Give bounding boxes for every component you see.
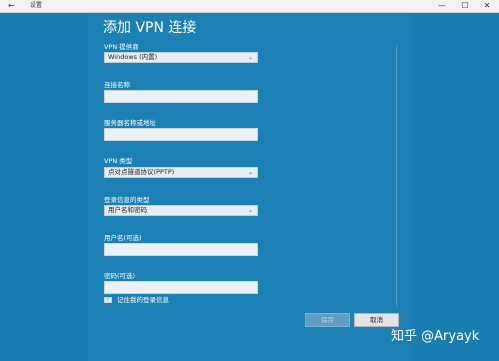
connection-name-input[interactable] — [104, 90, 258, 103]
chevron-down-icon: ⌄ — [247, 54, 253, 61]
minimize-icon[interactable]: — — [432, 0, 452, 12]
signin-type-label: 登录信息的类型 — [104, 196, 150, 204]
vpn-type-select-value: 点对点隧道协议(PPTP) — [108, 168, 175, 176]
signin-type-select-value: 用户名和密码 — [108, 206, 147, 214]
connection-name-label: 连接名称 — [104, 81, 130, 89]
remember-checkbox[interactable]: ✓ — [104, 297, 112, 303]
chevron-down-icon: ⌄ — [247, 207, 253, 214]
server-label: 服务器名称或地址 — [104, 119, 156, 127]
provider-label: VPN 提供商 — [104, 43, 139, 51]
save-button[interactable]: 保存 — [305, 313, 350, 327]
vpn-type-select[interactable]: 点对点隧道协议(PPTP) ⌄ — [104, 167, 258, 178]
vpn-dialog — [0, 13, 499, 361]
chevron-down-icon: ⌄ — [247, 169, 253, 176]
server-address-input[interactable] — [104, 128, 258, 141]
username-input[interactable] — [104, 243, 258, 256]
dialog-panel — [88, 13, 411, 361]
app-title: 设置 — [30, 2, 43, 9]
scrollbar-track[interactable] — [396, 45, 397, 307]
password-label: 密码(可选) — [104, 272, 136, 280]
maximize-icon[interactable]: ☐ — [455, 0, 475, 12]
window-titlebar: ← 设置 — ☐ ✕ — [0, 0, 499, 13]
provider-select[interactable]: Windows (内置) ⌄ — [104, 52, 258, 63]
signin-type-select[interactable]: 用户名和密码 ⌄ — [104, 205, 258, 216]
back-arrow-icon[interactable]: ← — [8, 1, 15, 11]
username-label: 用户名(可选) — [104, 234, 142, 242]
dialog-title: 添加 VPN 连接 — [103, 20, 197, 36]
close-icon[interactable]: ✕ — [477, 0, 497, 12]
watermark: 知乎 @Aryayk — [391, 329, 480, 344]
vpn-type-label: VPN 类型 — [104, 157, 133, 165]
provider-select-value: Windows (内置) — [108, 53, 158, 61]
remember-label: 记住我的登录信息 — [117, 296, 169, 304]
password-input[interactable] — [104, 281, 258, 294]
